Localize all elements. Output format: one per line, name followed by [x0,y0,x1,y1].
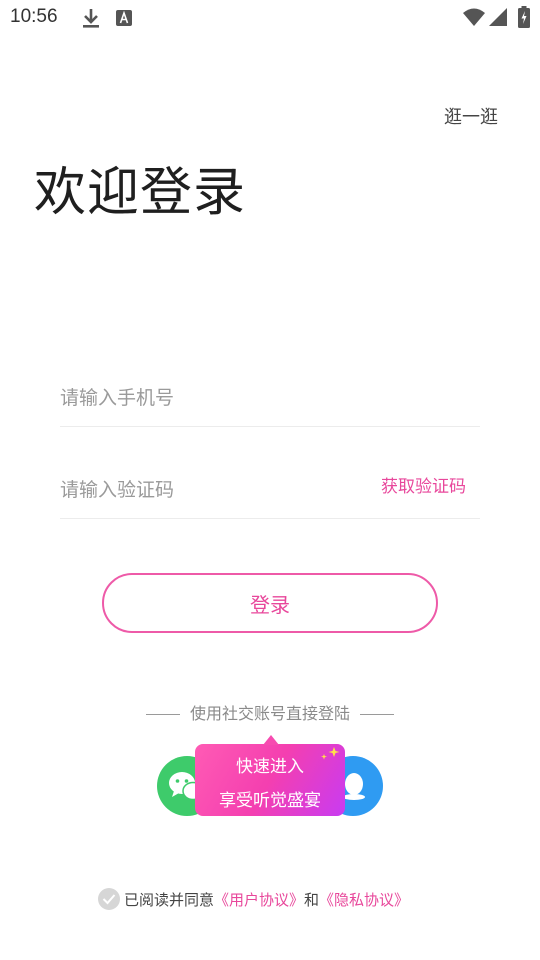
browse-link[interactable]: 逛一逛 [444,103,498,129]
code-field: 获取验证码 [60,458,480,519]
signal-icon [489,8,507,26]
wifi-icon [463,8,485,26]
login-button[interactable]: 登录 [102,573,438,633]
phone-field [60,366,480,427]
privacy-agreement-link[interactable]: 《隐私协议》 [319,889,409,910]
keyboard-a-icon [116,10,132,26]
phone-input[interactable] [60,378,360,418]
divider-line-left [145,714,180,715]
page-title: 欢迎登录 [34,163,247,223]
battery-charging-icon [518,6,530,28]
login-button-label: 登录 [250,592,290,617]
get-code-button[interactable]: 获取验证码 [381,472,466,497]
social-login-text: 使用社交账号直接登陆 [189,704,350,723]
agreement-row: 已阅读并同意 《用户协议》和《隐私协议》 [98,888,409,910]
agree-checkbox[interactable] [98,888,120,910]
status-time: 10:56 [10,6,58,27]
download-icon [83,9,99,28]
check-icon [102,894,116,905]
social-login-label: 使用社交账号直接登陆 [0,700,540,724]
agreement-conjunction: 和 [304,890,320,909]
promo-tooltip: 快速进入 享受听觉盛宴 [195,735,345,816]
user-agreement-link[interactable]: 《用户协议》 [214,889,304,910]
divider-line-right [360,714,394,715]
agreement-prefix: 已阅读并同意 [124,890,215,909]
promo-tooltip-arrow [263,735,279,745]
promo-text-line2: 享受听觉盛宴 [219,791,321,811]
promo-text-line1: 快速进入 [236,757,304,777]
verification-code-input[interactable] [60,470,360,510]
